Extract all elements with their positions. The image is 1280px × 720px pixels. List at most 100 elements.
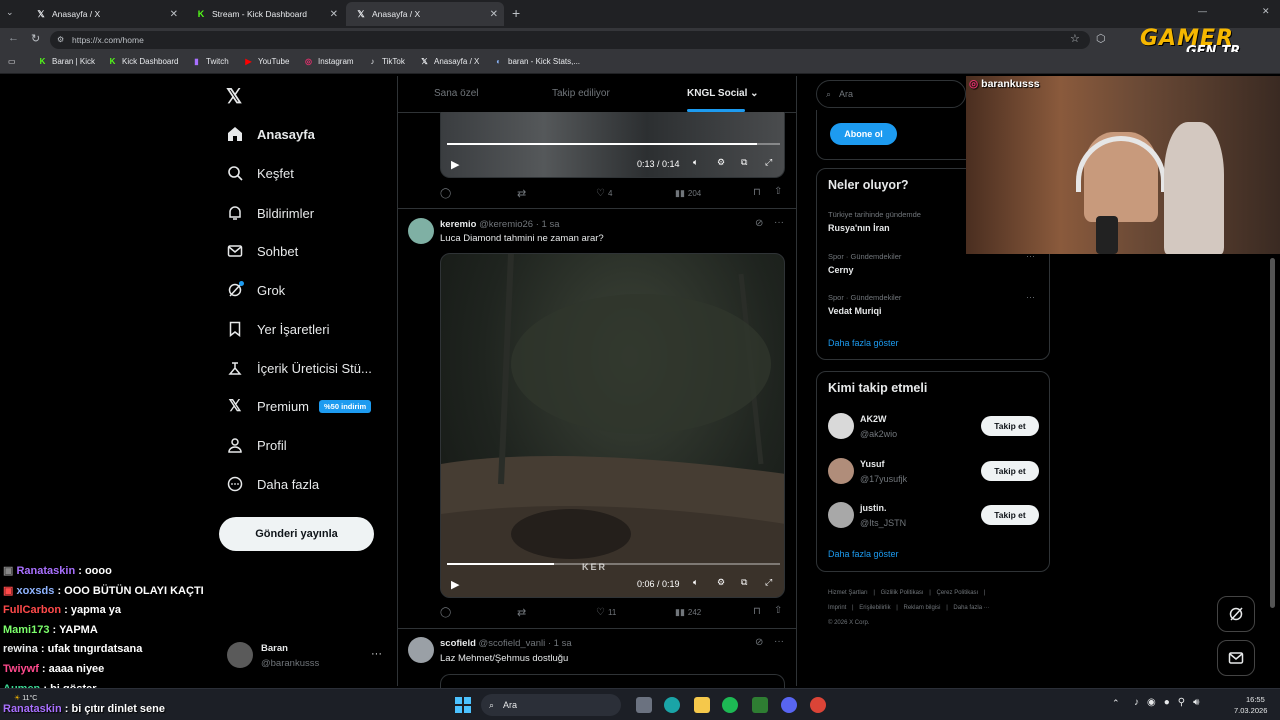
footer-accessibility-link[interactable]: Erişilebilirlik (859, 605, 890, 611)
trend-name[interactable]: Rusya'nın İran (828, 223, 890, 233)
back-icon[interactable]: ← (8, 32, 19, 44)
suggested-user-name[interactable]: justin. (860, 503, 887, 513)
bookmark-kick-dashboard[interactable]: K Kick Dashboard (108, 57, 179, 66)
nav-explore[interactable]: Keşfet (226, 161, 294, 185)
close-window-icon[interactable]: ✕ (1262, 6, 1270, 17)
tweet-time[interactable]: · 1 sa (536, 219, 560, 230)
minimize-icon[interactable]: — (1198, 6, 1207, 16)
tray-icons[interactable]: ♪◉●⚲🔊︎ (1134, 697, 1207, 708)
fullscreen-icon[interactable]: ⤢ (765, 157, 772, 168)
video-player-2[interactable]: KER ▶ 0:06 / 0:19 🔈︎ ⚙ ⧉ ⤢ (440, 253, 785, 598)
tab-for-you[interactable]: Sana özel (434, 88, 478, 99)
bookmark-x-home[interactable]: 𝕏 Anasayfa / X (420, 57, 479, 66)
bookmarks-menu-icon[interactable]: ▭ (8, 57, 16, 66)
bookmark-twitch[interactable]: ▮ Twitch (192, 57, 228, 66)
grok-float-button[interactable] (1217, 596, 1255, 632)
bookmark-tweet-icon[interactable]: ⊓ (753, 187, 761, 198)
nav-notifications[interactable]: Bildirimler (226, 201, 314, 225)
views-button[interactable]: ▮▮ 242 (675, 607, 701, 618)
account-more-icon[interactable]: ··· (371, 648, 382, 660)
nav-bookmarks[interactable]: Yer İşaretleri (226, 317, 330, 341)
bookmark-instagram[interactable]: ◎ Instagram (304, 57, 354, 66)
file-explorer-icon[interactable] (694, 697, 710, 713)
page-scrollbar[interactable] (1270, 258, 1275, 608)
grok-icon[interactable]: ⊘ (755, 637, 763, 648)
suggested-user-name[interactable]: Yusuf (860, 459, 885, 469)
footer-more-link[interactable]: Daha fazla ··· (953, 605, 989, 611)
pip-icon[interactable]: ⧉ (741, 157, 747, 168)
play-icon[interactable]: ▶ (451, 158, 459, 171)
tab-kick-dashboard[interactable]: K Stream - Kick Dashboard ✕ (186, 2, 344, 26)
subscribe-button[interactable]: Abone ol (830, 123, 897, 145)
volume-icon[interactable]: 🔈︎ (693, 577, 698, 588)
follow-button[interactable]: Takip et (981, 505, 1039, 525)
bookmark-tweet-icon[interactable]: ⊓ (753, 606, 761, 617)
taskbar-search[interactable]: ⌕ Ara (481, 694, 621, 716)
footer-terms-link[interactable]: Hizmet Şartları (828, 590, 868, 596)
edge-icon[interactable] (664, 697, 680, 713)
avatar[interactable] (408, 637, 434, 663)
app-icon[interactable] (752, 697, 768, 713)
grok-icon[interactable]: ⊘ (755, 218, 763, 229)
follow-button[interactable]: Takip et (981, 416, 1039, 436)
search-input[interactable]: ⌕ Ara (816, 80, 966, 108)
nav-home[interactable]: Anasayfa (226, 122, 315, 146)
chrome-icon[interactable] (810, 697, 826, 713)
nav-grok[interactable]: Grok (226, 278, 285, 302)
avatar[interactable] (828, 413, 854, 439)
avatar[interactable] (828, 458, 854, 484)
retweet-icon[interactable]: ⇄ (517, 606, 526, 619)
new-tab-icon[interactable]: + (512, 5, 520, 21)
bookmark-tiktok[interactable]: ♪ TikTok (368, 57, 405, 66)
pip-icon[interactable]: ⧉ (741, 577, 747, 588)
tweet-time[interactable]: · 1 sa (548, 638, 572, 649)
bookmark-kick-stats[interactable]: ◐ baran - Kick Stats,... (494, 57, 580, 66)
tweet-author-name[interactable]: scofield (440, 638, 476, 649)
extensions-icon[interactable]: ⬡ (1096, 32, 1106, 45)
bookmark-baran-kick[interactable]: K Baran | Kick (38, 57, 95, 66)
favorite-star-icon[interactable]: ☆ (1070, 32, 1080, 45)
close-tab-icon[interactable]: ✕ (490, 9, 498, 20)
settings-icon[interactable]: ⚙ (717, 157, 725, 168)
clock-time[interactable]: 16:55 (1246, 695, 1265, 704)
tab-x-home-1[interactable]: 𝕏 Anasayfa / X ✕ (26, 2, 184, 26)
footer-cookie-link[interactable]: Çerez Politikası (937, 590, 979, 596)
follow-button[interactable]: Takip et (981, 461, 1039, 481)
avatar[interactable] (828, 502, 854, 528)
footer-imprint-link[interactable]: Imprint (828, 605, 846, 611)
nav-messages[interactable]: Sohbet (226, 239, 298, 263)
suggested-user-name[interactable]: AK2W (860, 414, 887, 424)
quoted-tweet-card[interactable] (440, 674, 785, 688)
like-button[interactable]: ♡ 4 (596, 188, 612, 199)
tweet-more-icon[interactable]: ··· (774, 217, 784, 228)
start-button[interactable] (455, 697, 471, 713)
settings-icon[interactable]: ⚙ (717, 577, 725, 588)
fullscreen-icon[interactable]: ⤢ (765, 577, 772, 588)
show-more-trends-link[interactable]: Daha fazla göster (828, 338, 899, 348)
tweet-more-icon[interactable]: ··· (774, 636, 784, 647)
trend-name[interactable]: Cerny (828, 265, 854, 275)
share-icon[interactable]: ⇧ (774, 605, 782, 616)
weather-widget[interactable]: ☀ 11°C (14, 694, 37, 702)
messages-float-button[interactable] (1217, 640, 1255, 676)
reply-icon[interactable]: ◯ (440, 188, 451, 199)
tray-chevron-icon[interactable]: ⌃ (1112, 698, 1120, 709)
reply-icon[interactable]: ◯ (440, 607, 451, 618)
reload-icon[interactable]: ↻ (31, 32, 40, 45)
like-button[interactable]: ♡ 11 (596, 607, 616, 618)
tab-list-chevron-icon[interactable]: ⌄ (6, 7, 14, 18)
task-view-icon[interactable] (636, 697, 652, 713)
tab-following[interactable]: Takip ediliyor (552, 88, 610, 99)
x-logo-icon[interactable]: 𝕏 (226, 84, 242, 109)
share-icon[interactable]: ⇧ (774, 186, 782, 197)
account-switcher[interactable]: Baran @barankusss ··· (225, 638, 385, 672)
video-player-1[interactable]: ▶ 0:13 / 0:14 🔈︎ ⚙ ⧉ ⤢ (440, 112, 785, 178)
nav-creator-studio[interactable]: İçerik Üreticisi Stü... (226, 356, 372, 380)
discord-icon[interactable] (781, 697, 797, 713)
tab-kngl-social[interactable]: KNGL Social ⌄ (687, 88, 759, 99)
footer-privacy-link[interactable]: Gizlilik Politikası (881, 590, 924, 596)
nav-more[interactable]: Daha fazla (226, 472, 319, 496)
nav-premium[interactable]: 𝕏 Premium %50 indirim (226, 394, 372, 418)
avatar[interactable] (408, 218, 434, 244)
close-tab-icon[interactable]: ✕ (330, 9, 338, 20)
